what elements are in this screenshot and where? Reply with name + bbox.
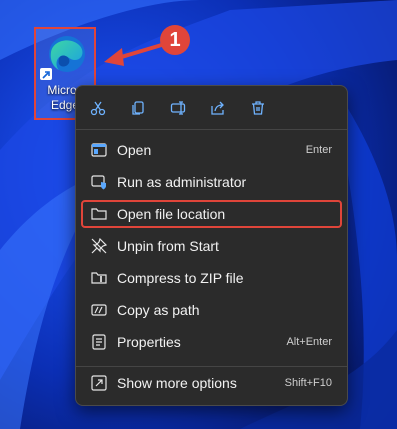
cut-icon	[90, 101, 106, 116]
menu-toolbar	[76, 94, 347, 122]
properties-icon	[92, 334, 106, 350]
menu-item-label: Properties	[117, 334, 181, 350]
menu-item-unpin-from-start[interactable]: Unpin from Start	[81, 232, 342, 260]
menu-item-shortcut: Enter	[305, 144, 332, 156]
menu-item-show-more-options[interactable]: Show more options Shift+F10	[81, 369, 342, 397]
copy-button[interactable]	[124, 94, 152, 122]
menu-item-shortcut: Shift+F10	[284, 377, 332, 389]
context-menu: Open Enter Run as administrator Open fil…	[75, 85, 348, 406]
rename-icon	[170, 101, 186, 115]
unpin-icon	[91, 238, 107, 254]
share-button[interactable]	[204, 94, 232, 122]
zip-folder-icon	[91, 272, 107, 284]
menu-separator	[76, 129, 347, 130]
menu-item-run-as-admin[interactable]: Run as administrator	[81, 168, 342, 196]
menu-item-open[interactable]: Open Enter	[81, 136, 342, 164]
share-icon	[211, 101, 224, 115]
cut-button[interactable]	[84, 94, 112, 122]
shield-icon	[91, 175, 106, 190]
folder-icon	[91, 208, 107, 220]
rename-button[interactable]	[164, 94, 192, 122]
menu-item-label: Show more options	[117, 375, 237, 391]
callout-badge-1: 1	[160, 25, 190, 55]
menu-item-label: Open file location	[117, 206, 226, 222]
open-app-icon	[91, 143, 107, 157]
menu-item-open-file-location[interactable]: Open file location	[81, 200, 342, 228]
delete-icon	[252, 101, 264, 115]
copy-icon	[132, 101, 144, 115]
menu-item-properties[interactable]: Properties Alt+Enter	[81, 328, 342, 356]
menu-item-label: Run as administrator	[117, 174, 247, 190]
delete-button[interactable]	[244, 94, 272, 122]
menu-item-label: Open	[117, 142, 152, 158]
menu-separator	[76, 366, 347, 367]
menu-item-copy-as-path[interactable]: Copy as path	[81, 296, 342, 324]
menu-item-label: Copy as path	[117, 302, 200, 318]
copy-path-icon	[91, 304, 107, 316]
menu-item-label: Unpin from Start	[117, 238, 219, 254]
menu-item-label: Compress to ZIP file	[117, 270, 244, 286]
show-more-icon	[91, 375, 107, 391]
menu-item-shortcut: Alt+Enter	[286, 336, 332, 348]
menu-item-compress-zip[interactable]: Compress to ZIP file	[81, 264, 342, 292]
